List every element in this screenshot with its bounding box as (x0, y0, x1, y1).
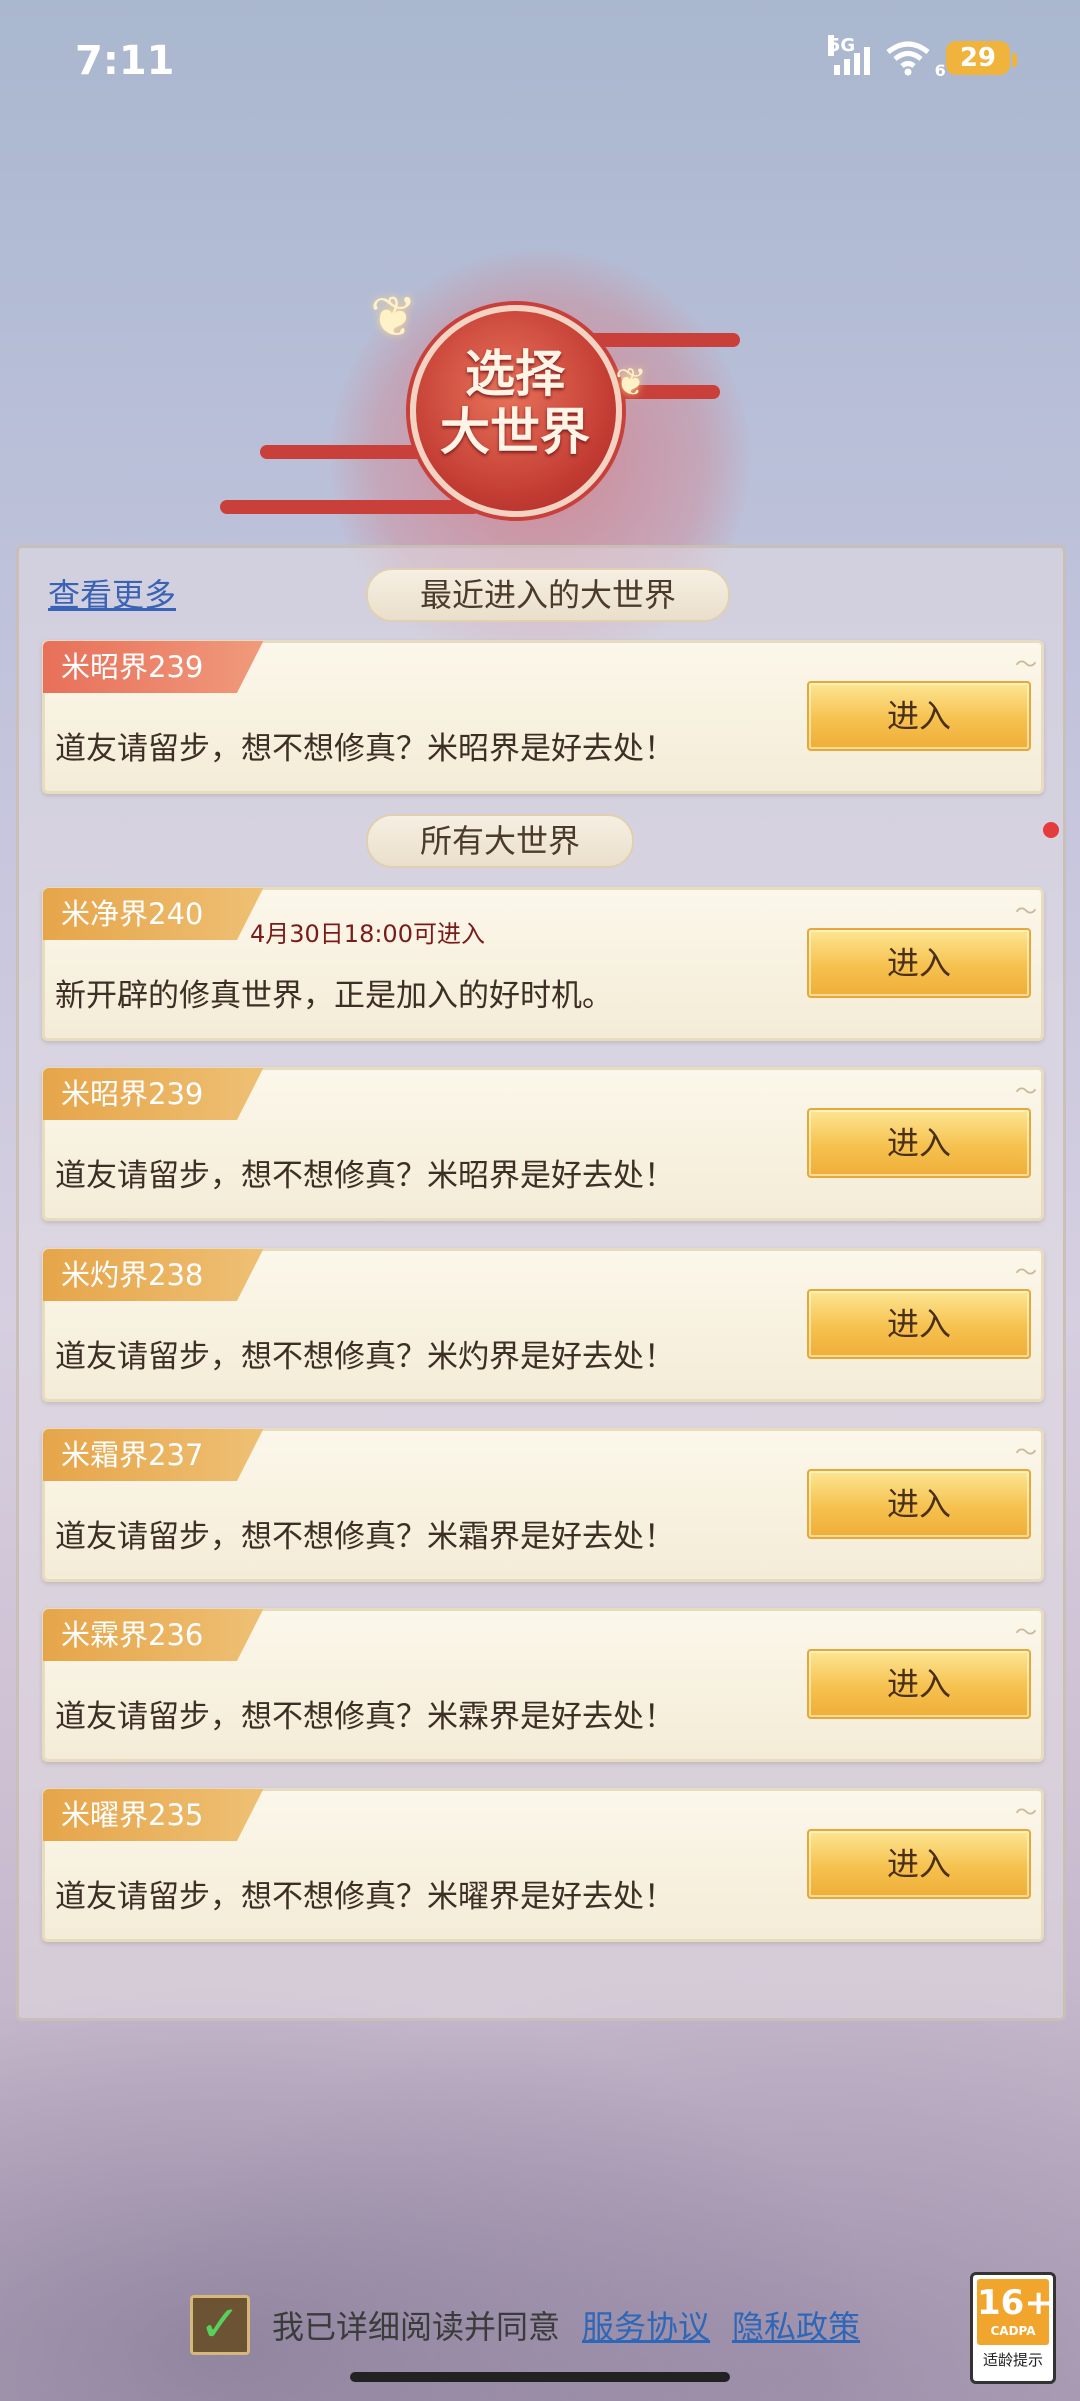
privacy-policy-link[interactable]: 隐私政策 (732, 2302, 860, 2348)
world-card: 米霜界237 道友请留步，想不想修真？米霜界是好去处！ 进入 〜 (42, 1428, 1044, 1582)
world-tag: 米灼界238 (43, 1249, 264, 1301)
world-description: 新开辟的修真世界，正是加入的好时机。 (55, 978, 613, 1014)
age-rating-org: CADPA (990, 2324, 1036, 2338)
age-rating-top: 16+ CADPA (977, 2279, 1053, 2345)
world-tag: 米净界240 (43, 888, 264, 940)
world-card: 米曜界235 道友请留步，想不想修真？米曜界是好去处！ 进入 〜 (42, 1788, 1044, 1942)
world-description: 道友请留步，想不想修真？米霜界是好去处！ (55, 1519, 675, 1555)
enter-button[interactable]: 进入 (807, 681, 1031, 751)
signal-icon: 5G (827, 35, 870, 75)
battery-indicator: 29 (945, 41, 1018, 75)
world-description: 道友请留步，想不想修真？米霖界是好去处！ (55, 1699, 675, 1735)
age-rating-number: 16+ (977, 2283, 1053, 2323)
world-description: 道友请留步，想不想修真？米昭界是好去处！ (55, 731, 675, 767)
enter-button[interactable]: 进入 (807, 1649, 1031, 1719)
notification-dot (1043, 822, 1059, 838)
service-agreement-link[interactable]: 服务协议 (582, 2302, 710, 2348)
network-label: 5G (827, 35, 856, 56)
emblem-ribbon (220, 500, 480, 514)
world-card: 米霖界236 道友请留步，想不想修真？米霖界是好去处！ 进入 〜 (42, 1608, 1044, 1762)
world-description: 道友请留步，想不想修真？米灼界是好去处！ (55, 1339, 675, 1375)
select-world-emblem: 选择 大世界 ❦ ❦ (220, 285, 740, 517)
world-tag: 米昭界239 (43, 641, 264, 693)
cloud-ornament-icon: 〜 (1014, 900, 1037, 925)
butterfly-icon: ❦ (370, 285, 417, 350)
enter-button[interactable]: 进入 (807, 1829, 1031, 1899)
world-tag: 米霜界237 (43, 1429, 264, 1481)
status-bar: 7:11 5G 6 29 (0, 0, 1080, 120)
open-time-note: 4月30日18:00可进入 (250, 920, 485, 948)
cloud-ornament-icon: 〜 (1014, 1621, 1037, 1646)
enter-button[interactable]: 进入 (807, 928, 1031, 998)
section-title-all: 所有大世界 (366, 814, 635, 868)
world-tag: 米昭界239 (43, 1068, 264, 1120)
world-card: 米净界240 4月30日18:00可进入新开辟的修真世界，正是加入的好时机。 进入 〜 (42, 887, 1044, 1041)
agree-checkbox[interactable]: ✓ (190, 2295, 250, 2355)
enter-button[interactable]: 进入 (807, 1469, 1031, 1539)
world-card: 米昭界239 道友请留步，想不想修真？米昭界是好去处！ 进入 〜 (42, 1067, 1044, 1221)
enter-button[interactable]: 进入 (807, 1289, 1031, 1359)
cloud-ornament-icon: 〜 (1014, 1080, 1037, 1105)
page-title-line1: 选择 (465, 344, 565, 403)
world-description: 道友请留步，想不想修真？米曜界是好去处！ (55, 1879, 675, 1915)
butterfly-icon: ❦ (615, 360, 647, 404)
enter-button[interactable]: 进入 (807, 1108, 1031, 1178)
world-tag: 米曜界235 (43, 1789, 264, 1841)
page-title: 选择 大世界 (425, 345, 605, 461)
wifi-sub-label: 6 (934, 61, 946, 80)
agreement-row: ✓ 我已详细阅读并同意 服务协议 隐私政策 (190, 2295, 860, 2355)
status-icons: 5G 6 29 (827, 35, 1018, 80)
age-rating-note: 适龄提示 (982, 2351, 1043, 2369)
world-card: 米灼界238 道友请留步，想不想修真？米灼界是好去处！ 进入 〜 (42, 1248, 1044, 1402)
agree-text: 我已详细阅读并同意 (272, 2308, 561, 2346)
recent-world-card: 米昭界239 道友请留步，想不想修真？米昭界是好去处！ 进入 〜 (42, 640, 1044, 794)
age-rating-badge[interactable]: 16+ CADPA 适龄提示 (970, 2272, 1056, 2384)
wifi-icon: 6 (884, 40, 946, 80)
status-time: 7:11 (75, 38, 175, 84)
cloud-ornament-icon: 〜 (1014, 1801, 1037, 1826)
page-title-line2: 大世界 (440, 402, 590, 461)
view-more-link[interactable]: 查看更多 (48, 570, 176, 616)
home-indicator[interactable] (350, 2372, 730, 2382)
cloud-ornament-icon: 〜 (1014, 1441, 1037, 1466)
cloud-ornament-icon: 〜 (1014, 653, 1037, 678)
section-title-recent: 最近进入的大世界 (366, 568, 731, 622)
cloud-ornament-icon: 〜 (1014, 1261, 1037, 1286)
world-description: 道友请留步，想不想修真？米昭界是好去处！ (55, 1158, 675, 1194)
world-tag: 米霖界236 (43, 1609, 264, 1661)
